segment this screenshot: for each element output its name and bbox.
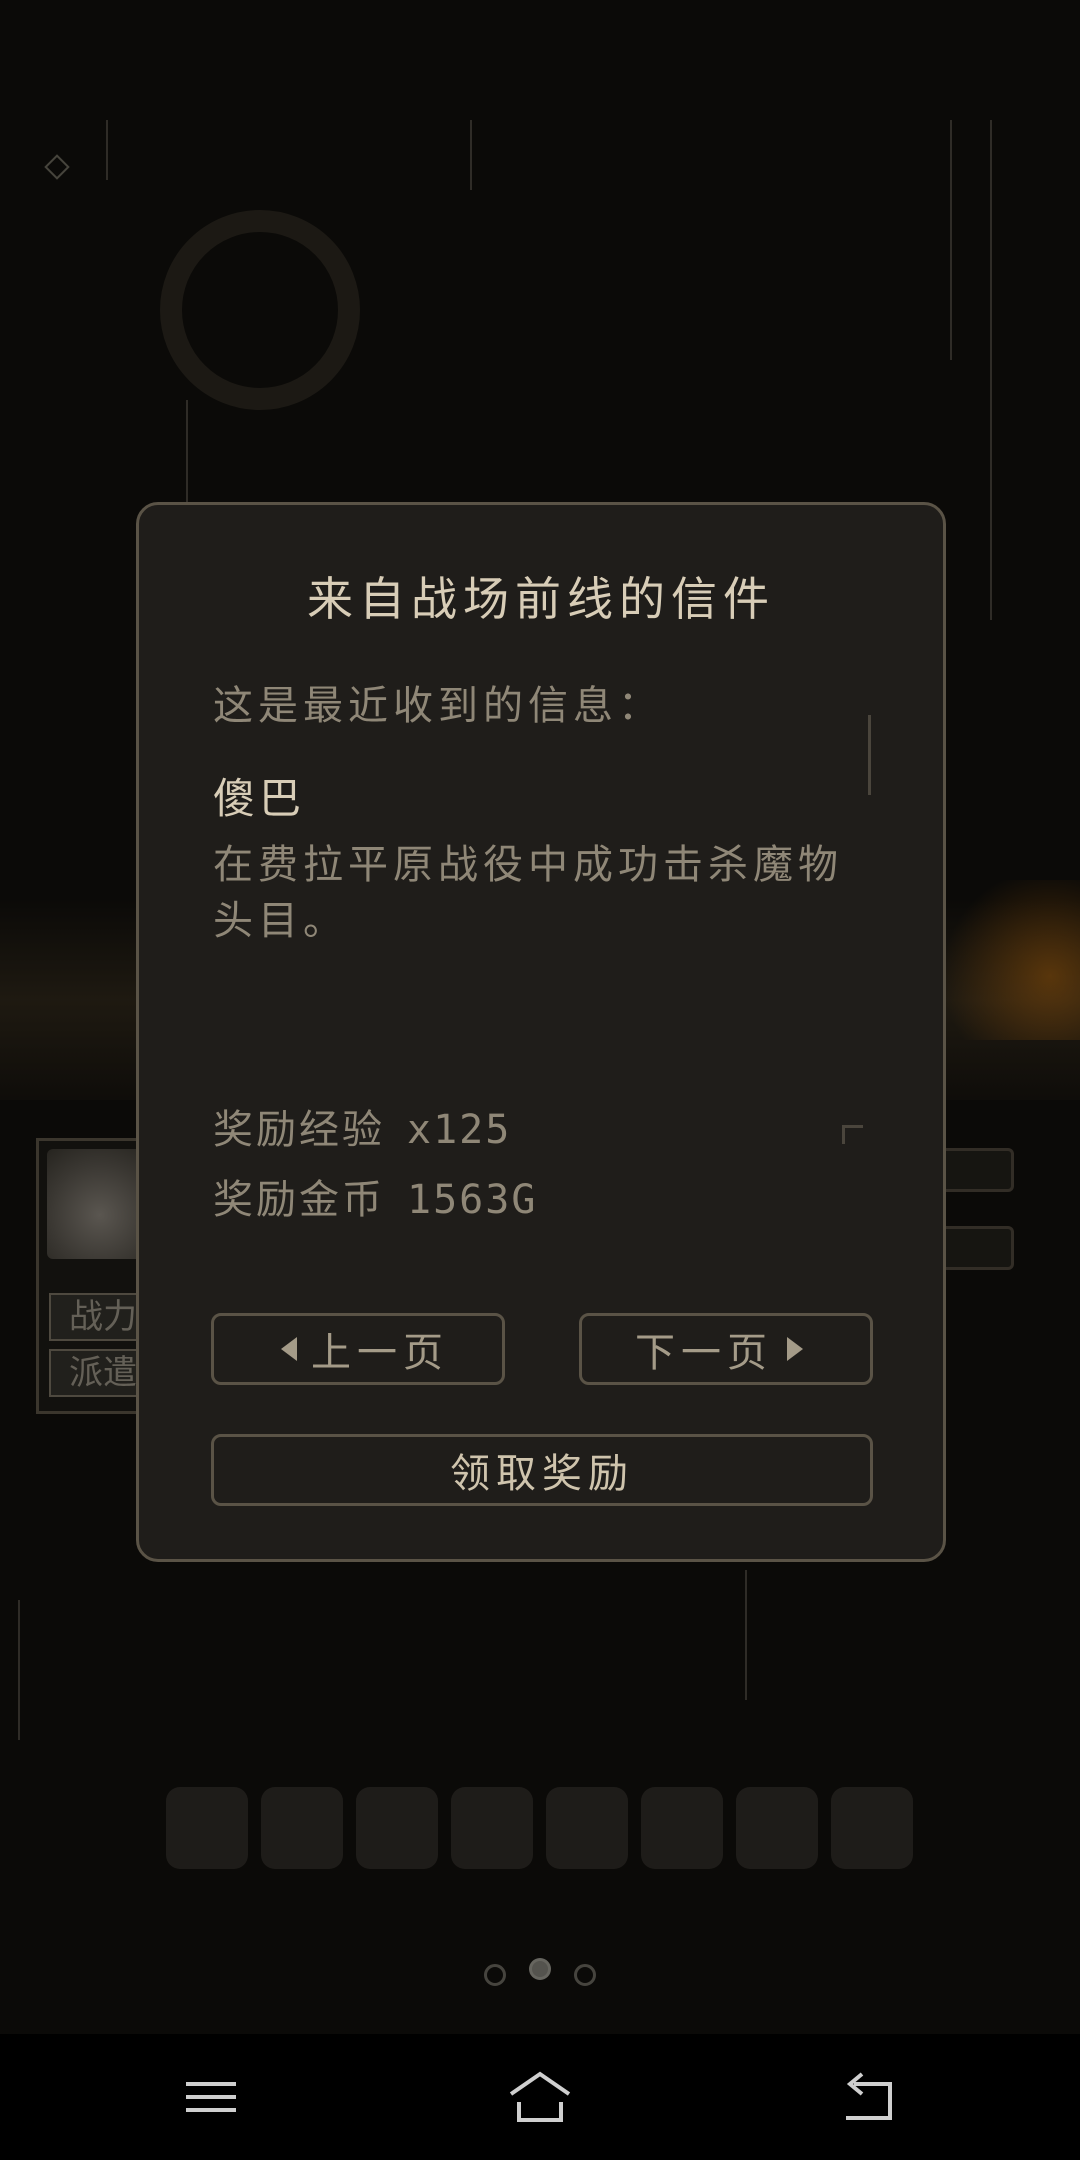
skill-slot (261, 1787, 343, 1869)
page-indicator (480, 1958, 600, 1998)
sender-name: 傻巴 (213, 774, 306, 823)
prev-page-label: 上一页 (311, 1330, 449, 1376)
reward-gold: 奖励金币 1563G (213, 1167, 537, 1225)
arrow-left-icon (281, 1337, 297, 1361)
character-card: 战力 派遣 (36, 1138, 152, 1414)
arrow-right-icon (787, 1337, 803, 1361)
reward-gold-value: 1563G (407, 1177, 538, 1223)
reward-exp: 奖励经验 x125 (213, 1097, 511, 1155)
skill-slot (831, 1787, 913, 1869)
reward-exp-label: 奖励经验 (213, 1107, 385, 1153)
page-dot (574, 1964, 596, 1986)
skill-slot (451, 1787, 533, 1869)
page-dot (484, 1964, 506, 1986)
decorative-line (868, 715, 871, 795)
rain-streak (18, 1600, 20, 1740)
letter-dialog: 来自战场前线的信件 这是最近收到的信息： 傻巴 在费拉平原战役中成功击杀魔物头目… (136, 502, 946, 1562)
claim-reward-label: 领取奖励 (450, 1451, 634, 1497)
skill-slot (641, 1787, 723, 1869)
reward-gold-label: 奖励金币 (213, 1177, 385, 1223)
system-navigation-bar (0, 2034, 1080, 2160)
next-page-button[interactable]: 下一页 (579, 1313, 873, 1385)
rain-streak (106, 120, 108, 180)
rain-streak (990, 120, 992, 620)
message-text: 在费拉平原战役中成功击杀魔物头目。 (213, 842, 843, 944)
skill-slot (546, 1787, 628, 1869)
skill-slot (356, 1787, 438, 1869)
skill-slot (166, 1787, 248, 1869)
back-icon[interactable] (834, 2062, 904, 2132)
rain-streak (470, 120, 472, 190)
diamond-icon (44, 154, 70, 180)
reward-exp-value: x125 (407, 1107, 512, 1153)
dialog-intro: 这是最近收到的信息： (213, 683, 663, 729)
dialog-title: 来自战场前线的信件 (307, 572, 775, 626)
prev-page-button[interactable]: 上一页 (211, 1313, 505, 1385)
next-page-label: 下一页 (635, 1330, 773, 1376)
character-dispatch-tag: 派遣 (49, 1349, 143, 1397)
page-dot-active (529, 1958, 551, 1980)
skill-slot (736, 1787, 818, 1869)
claim-reward-button[interactable]: 领取奖励 (211, 1434, 873, 1506)
decorative-corner (842, 1125, 863, 1144)
rain-streak (950, 120, 952, 360)
character-portrait (47, 1149, 143, 1259)
menu-icon[interactable] (176, 2062, 246, 2132)
background-fire (930, 880, 1080, 1040)
rain-streak (745, 1570, 747, 1700)
moon-decoration (160, 210, 360, 410)
character-power-tag: 战力 (49, 1293, 143, 1341)
home-icon[interactable] (505, 2062, 575, 2132)
